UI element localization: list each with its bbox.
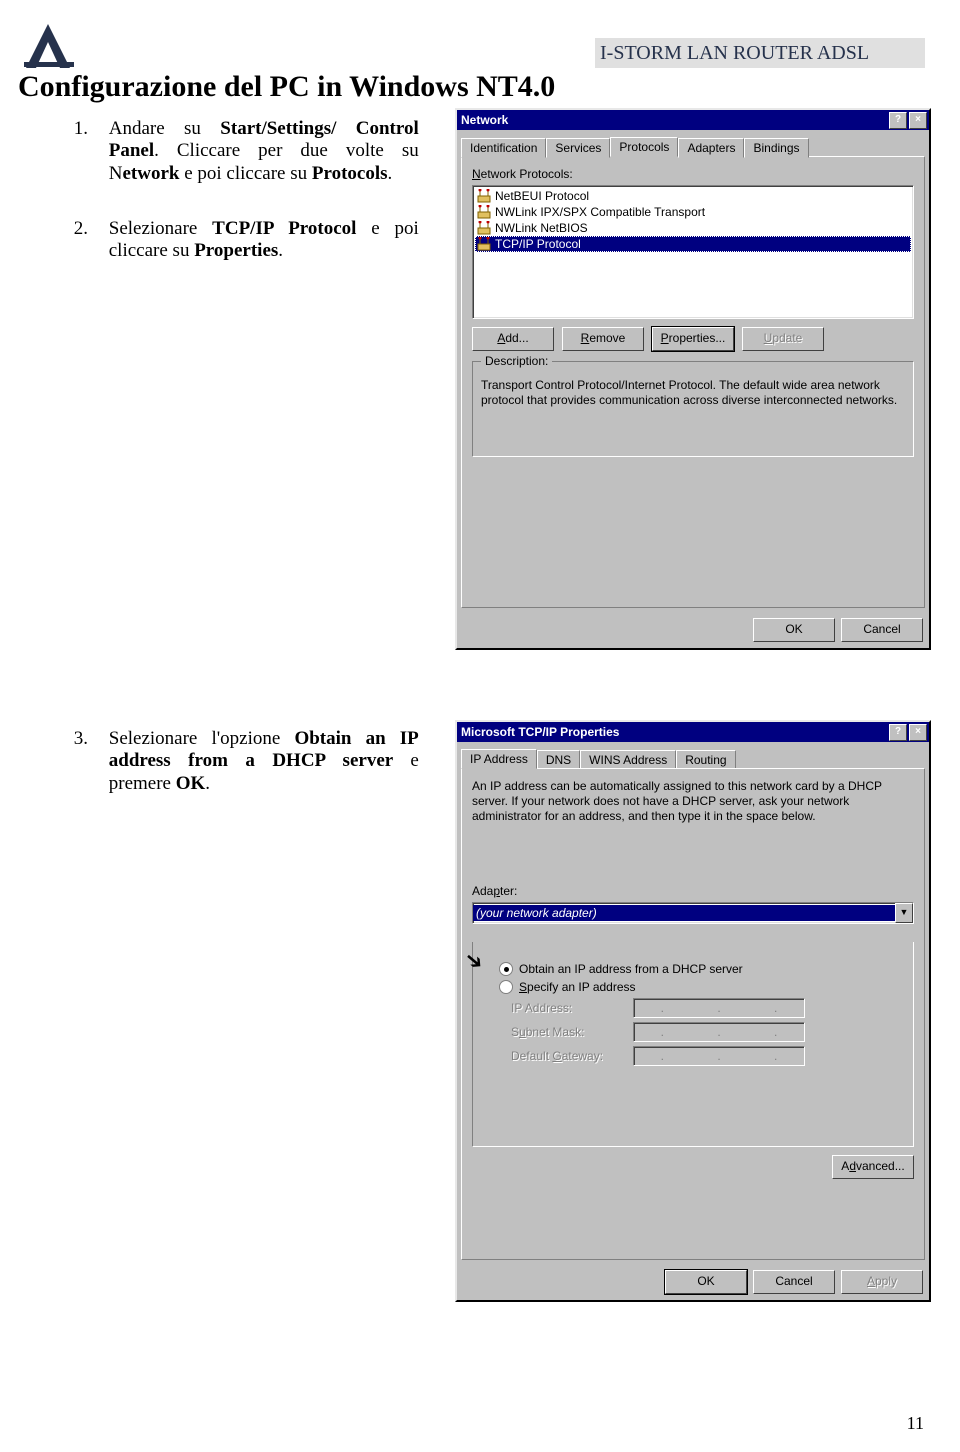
protocol-listbox[interactable]: NetBEUI Protocol NWLink IPX/SPX Compatib…	[472, 185, 914, 319]
radio-obtain-dhcp[interactable]: Obtain an IP address from a DHCP server	[499, 962, 905, 976]
update-button: Update	[742, 327, 824, 351]
list-item[interactable]: NetBEUI Protocol	[475, 188, 911, 204]
protocol-icon	[477, 189, 491, 203]
info-text: An IP address can be automatically assig…	[472, 779, 914, 824]
tcpip-properties-dialog: Microsoft TCP/IP Properties ? × IP Addre…	[455, 720, 931, 1302]
adapter-dropdown[interactable]: (your network adapter) ▼	[472, 902, 914, 924]
header-label: I-STORM LAN ROUTER ADSL	[600, 42, 869, 65]
tab-adapters[interactable]: Adapters	[678, 138, 744, 158]
adapter-value: (your network adapter)	[473, 905, 895, 921]
step-number: 2.	[60, 218, 88, 240]
default-gateway-label: Default Gateway:	[511, 1049, 621, 1063]
tab-routing[interactable]: Routing	[676, 750, 735, 770]
tab-bindings[interactable]: Bindings	[744, 138, 808, 158]
close-icon[interactable]: ×	[909, 724, 927, 741]
help-icon[interactable]: ?	[889, 112, 907, 129]
radio-icon	[499, 962, 513, 976]
remove-button[interactable]: Remove	[562, 327, 644, 351]
properties-button[interactable]: Properties...	[652, 327, 734, 351]
step-number: 3.	[60, 728, 88, 750]
cancel-button[interactable]: Cancel	[841, 618, 923, 642]
cancel-button[interactable]: Cancel	[753, 1270, 835, 1294]
list-item-selected[interactable]: TCP/IP Protocol	[475, 236, 911, 252]
subnet-mask-field: ...	[633, 1022, 805, 1042]
list-item[interactable]: NWLink NetBIOS	[475, 220, 911, 236]
tab-identification[interactable]: Identification	[461, 138, 546, 158]
radio-icon	[499, 980, 513, 994]
close-icon[interactable]: ×	[909, 112, 927, 129]
description-text: Transport Control Protocol/Internet Prot…	[481, 378, 905, 408]
tab-services[interactable]: Services	[546, 138, 610, 158]
step-text: Selezionare TCP/IP Protocol e poi clicca…	[109, 218, 419, 263]
ok-button[interactable]: OK	[665, 1270, 747, 1294]
ip-address-field: ...	[633, 998, 805, 1018]
description-label: Description:	[481, 354, 552, 368]
add-button[interactable]: Add...	[472, 327, 554, 351]
tab-dns[interactable]: DNS	[537, 750, 580, 770]
list-item[interactable]: NWLink IPX/SPX Compatible Transport	[475, 204, 911, 220]
protocol-icon	[477, 221, 491, 235]
step-text: Selezionare l'opzione Obtain an IP addre…	[109, 728, 419, 795]
default-gateway-field: ...	[633, 1046, 805, 1066]
step-number: 1.	[60, 118, 88, 140]
annotation-arrow-icon: ➔	[459, 945, 490, 977]
tab-protocols[interactable]: Protocols	[610, 137, 678, 157]
window-title: Network	[461, 113, 508, 127]
network-dialog: Network ? × Identification Services Prot…	[455, 108, 931, 650]
chevron-down-icon[interactable]: ▼	[895, 903, 913, 923]
brand-logo	[20, 18, 78, 76]
apply-button: Apply	[841, 1270, 923, 1294]
section-title: Configurazione del PC in Windows NT4.0	[18, 70, 555, 104]
protocol-icon	[477, 237, 491, 251]
help-icon[interactable]: ?	[889, 724, 907, 741]
protocol-icon	[477, 205, 491, 219]
step-text: Andare su Start/Settings/ Control Panel.…	[109, 118, 419, 185]
tab-ip-address[interactable]: IP Address	[461, 749, 537, 769]
advanced-button[interactable]: Advanced...	[832, 1155, 914, 1179]
radio-specify-ip[interactable]: Specify an IP address	[499, 980, 905, 994]
subnet-mask-label: Subnet Mask:	[511, 1025, 621, 1039]
list-label: Network Protocols:	[472, 167, 914, 181]
ok-button[interactable]: OK	[753, 618, 835, 642]
window-title: Microsoft TCP/IP Properties	[461, 725, 619, 739]
adapter-label: Adapter:	[472, 884, 914, 898]
page-number: 11	[907, 1413, 924, 1434]
tab-wins[interactable]: WINS Address	[580, 750, 676, 770]
ip-address-label: IP Address:	[511, 1001, 621, 1015]
